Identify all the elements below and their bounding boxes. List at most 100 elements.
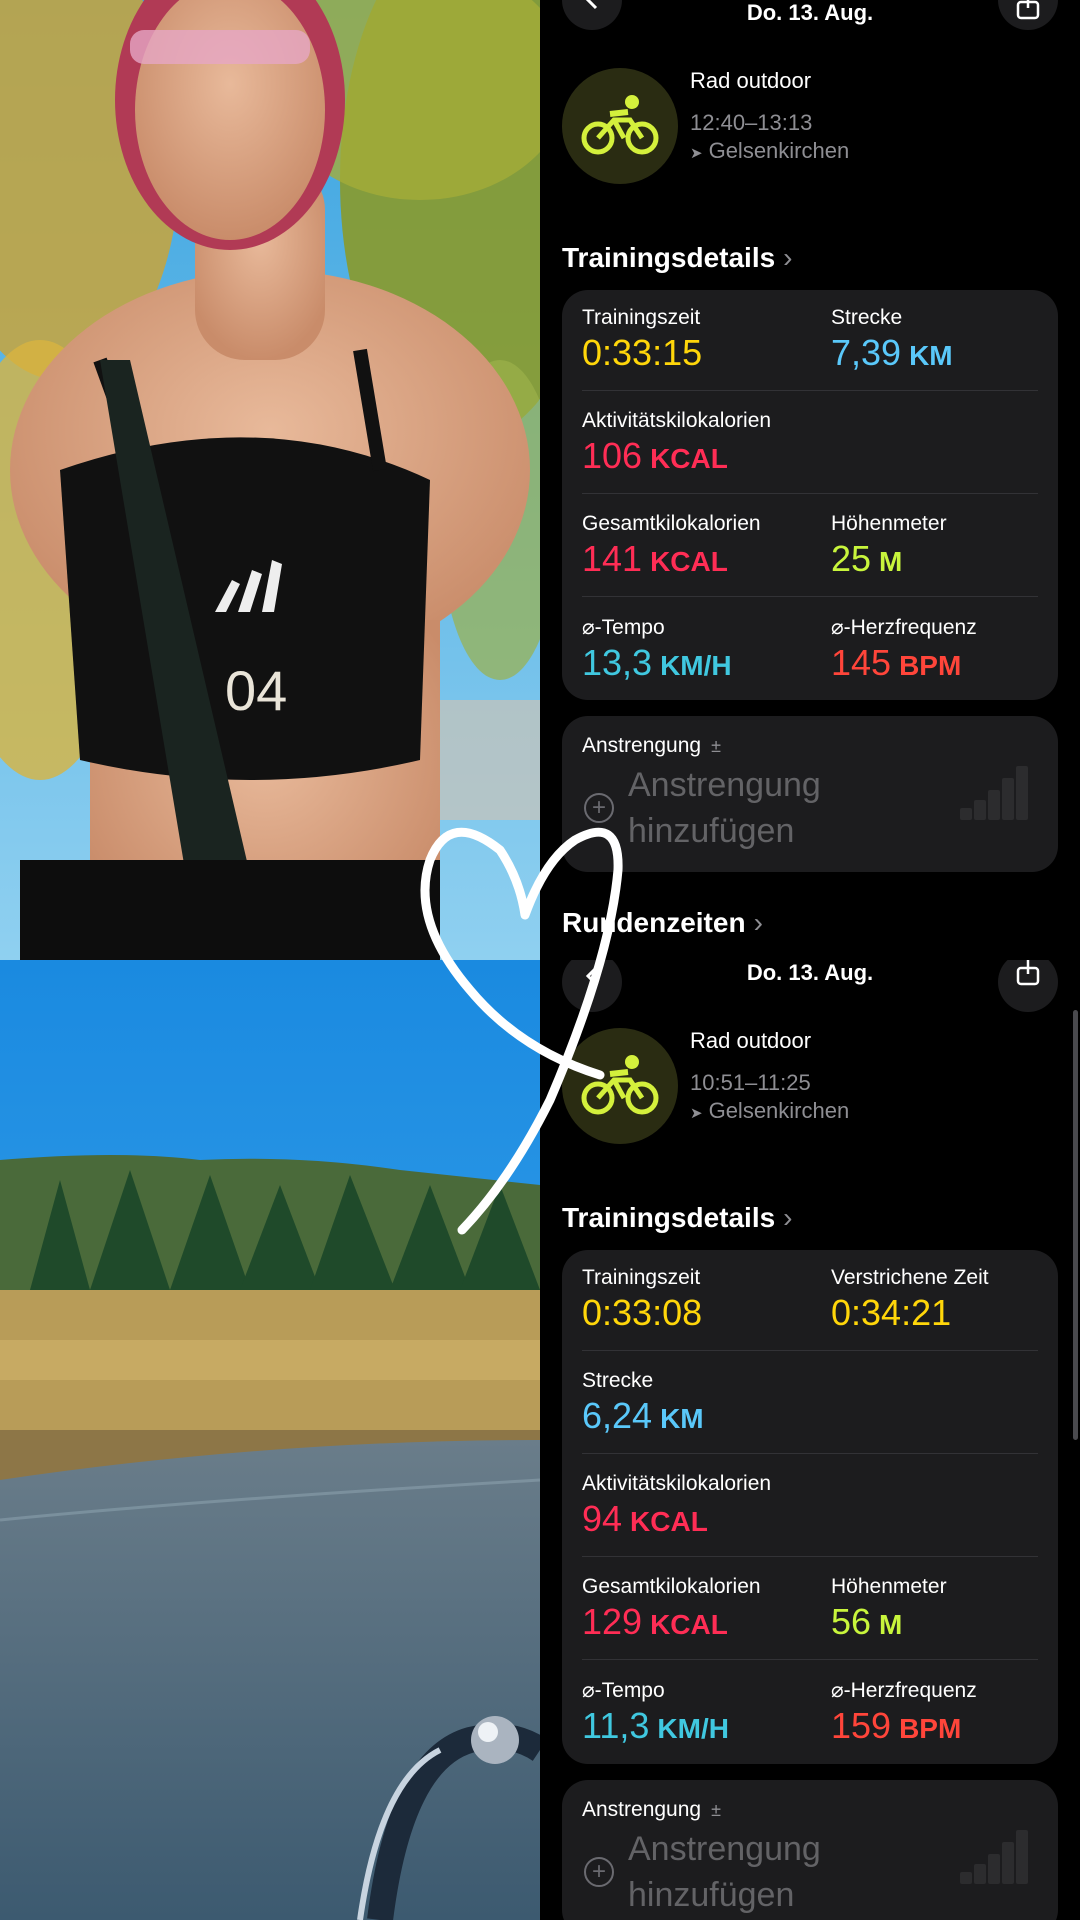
- effort-card[interactable]: Anstrengung ± + Anstrengung hinzufügen: [562, 716, 1058, 872]
- workout-header: Rad outdoor 12:40–13:13 ➤ Gelsenkirchen: [562, 68, 1062, 188]
- effort-label: Anstrengung ±: [582, 1798, 721, 1822]
- elevation-value: 25: [831, 538, 872, 579]
- metric-label: Trainingszeit: [582, 306, 701, 329]
- metric-label: Gesamtkilokalorien: [582, 1575, 761, 1598]
- share-icon: [1016, 960, 1040, 986]
- metric-label: ⌀-Herzfrequenz: [831, 1679, 977, 1702]
- elapsed-time-value: 0:34:21: [831, 1292, 952, 1333]
- workout-panel-top: Do. 13. Aug. Rad outdoor 12:40–13:13 ➤ Ge…: [540, 0, 1080, 960]
- share-icon: [1016, 0, 1040, 20]
- effort-label: Anstrengung ±: [582, 734, 721, 758]
- effort-add-line1: Anstrengung: [628, 1830, 821, 1868]
- metric-label: Höhenmeter: [831, 512, 947, 535]
- location-text: Gelsenkirchen: [708, 1098, 850, 1123]
- nav-bar: Do. 13. Aug.: [540, 0, 1080, 30]
- nav-bar: Do. 13. Aug.: [540, 960, 1080, 1012]
- chevron-right-icon: ›: [783, 242, 793, 273]
- chevron-right-icon: ›: [783, 1202, 793, 1233]
- pace-value: 13,3: [582, 642, 653, 683]
- metric-label: Aktivitätskilokalorien: [582, 409, 772, 432]
- distance-unit: KM: [660, 1403, 704, 1434]
- workout-title: Rad outdoor: [690, 68, 812, 93]
- metric-label: ⌀-Tempo: [582, 616, 665, 639]
- metric-label: ⌀-Herzfrequenz: [831, 616, 977, 639]
- add-effort-icon[interactable]: +: [584, 793, 614, 823]
- landscape-photo: [0, 960, 540, 1920]
- section-label: Trainingsdetails: [562, 1202, 776, 1233]
- add-effort-text[interactable]: Anstrengung hinzufügen: [628, 1826, 821, 1918]
- effort-add-line2: hinzufügen: [628, 812, 795, 850]
- total-kcal-value: 129: [582, 1601, 643, 1642]
- effort-title: Anstrengung: [582, 734, 702, 757]
- location-text: Gelsenkirchen: [708, 138, 850, 163]
- kcal-unit: KCAL: [650, 443, 728, 474]
- divider: [582, 596, 1038, 597]
- effort-bars-icon: [960, 766, 1028, 820]
- divider: [582, 493, 1038, 494]
- training-time-value: 0:33:08: [582, 1292, 703, 1333]
- chevron-right-icon: ›: [753, 907, 763, 938]
- section-trainingsdetails[interactable]: Trainingsdetails ›: [562, 242, 793, 274]
- kcal-unit: KCAL: [650, 546, 728, 577]
- workout-header: Rad outdoor 10:51–11:25 ➤ Gelsenkirchen: [562, 1028, 1062, 1148]
- pace-value: 11,3: [582, 1705, 650, 1746]
- effort-title: Anstrengung: [582, 1798, 702, 1821]
- elevation-value: 56: [831, 1601, 872, 1642]
- effort-card[interactable]: Anstrengung ± + Anstrengung hinzufügen: [562, 1780, 1058, 1920]
- heart-rate-value: 159: [831, 1705, 892, 1746]
- metric-label: Strecke: [831, 306, 903, 329]
- workout-location: ➤ Gelsenkirchen: [690, 138, 849, 164]
- shirt-number: 04: [225, 659, 287, 722]
- heart-rate-value: 145: [831, 642, 892, 683]
- elevation-unit: M: [879, 1609, 903, 1640]
- metric-label: Höhenmeter: [831, 1575, 947, 1598]
- metric-label: Trainingszeit: [582, 1266, 701, 1289]
- pace-unit: KM/H: [660, 650, 732, 681]
- divider: [582, 1350, 1038, 1351]
- distance-value: 7,39: [831, 332, 902, 373]
- add-effort-icon[interactable]: +: [584, 1857, 614, 1887]
- location-arrow-icon: ➤: [690, 145, 703, 162]
- workout-time: 10:51–11:25: [690, 1070, 811, 1095]
- bicycle-icon: [562, 1028, 678, 1144]
- scroll-indicator[interactable]: [1073, 1010, 1078, 1440]
- details-card: Trainingszeit 0:33:15 Strecke 7,39 KM Aktiv…: [562, 290, 1058, 700]
- effort-plus-minus: ±: [711, 736, 721, 756]
- share-button[interactable]: [998, 0, 1058, 30]
- section-trainingsdetails[interactable]: Trainingsdetails ›: [562, 1202, 793, 1234]
- metric-label: Gesamtkilokalorien: [582, 512, 761, 535]
- add-effort-text[interactable]: Anstrengung hinzufügen: [628, 762, 821, 854]
- details-card: Trainingszeit 0:33:08 Verstrichene Zeit 0:…: [562, 1250, 1058, 1764]
- metric-label: Strecke: [582, 1369, 654, 1392]
- workout-title: Rad outdoor: [690, 1028, 812, 1053]
- distance-unit: KM: [909, 340, 953, 371]
- divider: [582, 390, 1038, 391]
- section-rundenzeiten[interactable]: Rundenzeiten ›: [562, 907, 763, 939]
- bpm-unit: BPM: [899, 650, 962, 681]
- effort-bars-icon: [960, 1830, 1028, 1884]
- total-kcal-value: 141: [582, 538, 643, 579]
- bicycle-icon: [562, 68, 678, 184]
- kcal-unit: KCAL: [630, 1506, 708, 1537]
- active-kcal-value: 94: [582, 1498, 623, 1539]
- location-arrow-icon: ➤: [690, 1105, 703, 1122]
- bpm-unit: BPM: [899, 1713, 962, 1744]
- pace-unit: KM/H: [657, 1713, 729, 1744]
- effort-plus-minus: ±: [711, 1800, 721, 1820]
- training-time-value: 0:33:15: [582, 332, 703, 373]
- workout-panel-bottom: Do. 13. Aug. Rad outdoor 10:51–11:25 ➤ Ge…: [540, 960, 1080, 1920]
- metric-label: Verstrichene Zeit: [831, 1266, 989, 1289]
- distance-value: 6,24: [582, 1395, 653, 1436]
- kcal-unit: KCAL: [650, 1609, 728, 1640]
- metric-label: Aktivitätskilokalorien: [582, 1472, 772, 1495]
- share-button[interactable]: [998, 960, 1058, 1012]
- selfie-photo: 04: [0, 0, 540, 960]
- divider: [582, 1556, 1038, 1557]
- metric-label: ⌀-Tempo: [582, 1679, 665, 1702]
- effort-add-line2: hinzufügen: [628, 1876, 795, 1914]
- effort-add-line1: Anstrengung: [628, 766, 821, 804]
- workout-time: 12:40–13:13: [690, 110, 813, 135]
- section-label: Trainingsdetails: [562, 242, 776, 273]
- active-kcal-value: 106: [582, 435, 643, 476]
- section-label: Rundenzeiten: [562, 907, 746, 938]
